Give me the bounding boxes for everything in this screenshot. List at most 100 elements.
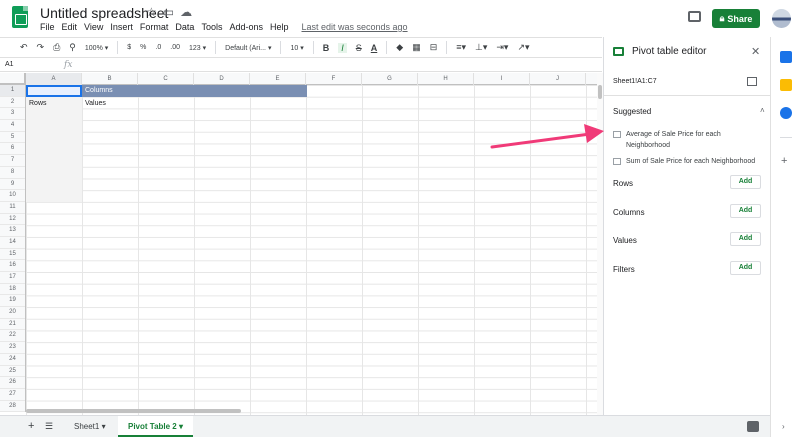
data-range[interactable]: Sheet1!A1:C7 (613, 78, 657, 85)
get-addons-icon[interactable]: + (781, 155, 787, 167)
add-filters-button[interactable]: Add (730, 261, 761, 275)
avatar[interactable] (772, 9, 791, 28)
row-header[interactable]: 9 (0, 179, 25, 191)
column-header-a[interactable]: A (26, 73, 82, 85)
percent-button[interactable]: % (140, 44, 146, 51)
row-header[interactable]: 4 (0, 120, 25, 132)
menu-help[interactable]: Help (270, 22, 289, 32)
column-header-f[interactable]: F (306, 73, 362, 85)
pivot-column-header-band[interactable]: Columns (82, 85, 307, 97)
row-header[interactable]: 3 (0, 108, 25, 121)
add-values-button[interactable]: Add (730, 232, 761, 246)
row-header[interactable]: 25 (0, 366, 25, 378)
spreadsheet-grid[interactable]: Columns Rows Values A B C D E F G H I J … (0, 73, 597, 415)
decrease-decimal-button[interactable]: .0 (155, 44, 161, 51)
italic-button[interactable]: I (338, 42, 347, 53)
row-header[interactable]: 8 (0, 167, 25, 179)
column-header-e[interactable]: E (250, 73, 306, 85)
row-header[interactable]: 19 (0, 295, 25, 308)
bold-button[interactable]: B (323, 43, 330, 53)
row-header[interactable]: 6 (0, 143, 25, 156)
add-sheet-icon[interactable]: + (28, 420, 34, 432)
menu-addons[interactable]: Add-ons (229, 22, 263, 32)
chevron-right-icon[interactable]: › (782, 422, 785, 431)
row-header[interactable]: 22 (0, 330, 25, 343)
row-header[interactable]: 27 (0, 389, 25, 401)
menu-tools[interactable]: Tools (201, 22, 222, 32)
vertical-align-icon[interactable]: ⊥▾ (475, 42, 487, 53)
sheets-logo-icon[interactable] (12, 6, 28, 28)
suggestion-item[interactable]: Sum of Sale Price for each Neighborhood (613, 156, 755, 167)
increase-decimal-button[interactable]: .00 (170, 44, 180, 51)
column-header-j[interactable]: J (530, 73, 586, 85)
currency-button[interactable]: $ (127, 44, 131, 51)
name-box[interactable]: A1 (0, 61, 50, 68)
star-icon[interactable]: ☆ (146, 5, 157, 19)
column-header-d[interactable]: D (194, 73, 250, 85)
menu-file[interactable]: File (40, 22, 55, 32)
vertical-scroll-thumb[interactable] (598, 85, 602, 99)
cell-a2[interactable]: Rows (29, 100, 47, 107)
row-header[interactable]: 26 (0, 377, 25, 389)
comment-icon[interactable] (688, 11, 701, 22)
add-rows-button[interactable]: Add (730, 175, 761, 189)
pivot-row-area[interactable] (26, 97, 82, 202)
add-columns-button[interactable]: Add (730, 204, 761, 218)
strikethrough-button[interactable]: S (356, 43, 362, 53)
text-color-button[interactable]: A (371, 43, 378, 53)
close-icon[interactable]: ✕ (751, 45, 760, 58)
text-rotation-icon[interactable]: ↗▾ (517, 42, 529, 53)
row-header[interactable]: 14 (0, 237, 25, 249)
row-header[interactable]: 2 (0, 97, 25, 109)
menu-format[interactable]: Format (140, 22, 169, 32)
row-header[interactable]: 10 (0, 190, 25, 202)
menu-insert[interactable]: Insert (110, 22, 133, 32)
row-header[interactable]: 5 (0, 132, 25, 144)
sheet-tab-pivot-table-2[interactable]: Pivot Table 2 ▾ (118, 416, 194, 437)
fill-color-icon[interactable]: ◆ (396, 42, 403, 53)
row-header[interactable]: 12 (0, 214, 25, 226)
menu-edit[interactable]: Edit (62, 22, 78, 32)
keep-icon[interactable] (780, 79, 792, 91)
select-range-icon[interactable] (747, 77, 757, 86)
all-sheets-icon[interactable]: ☰ (45, 421, 53, 432)
row-header[interactable]: 18 (0, 284, 25, 296)
cell-area[interactable] (26, 85, 597, 415)
share-button[interactable]: 🔒︎ Share (712, 9, 760, 28)
row-header[interactable]: 20 (0, 307, 25, 319)
explore-icon[interactable] (747, 421, 759, 432)
font-select[interactable]: Default (Ari... ▾ (225, 44, 271, 52)
column-header-b[interactable]: B (82, 73, 138, 85)
row-header[interactable]: 21 (0, 319, 25, 331)
row-header[interactable]: 11 (0, 202, 25, 214)
print-icon[interactable]: ⎙ (53, 42, 60, 53)
menu-data[interactable]: Data (175, 22, 194, 32)
undo-icon[interactable]: ↶ (20, 42, 28, 53)
row-header[interactable]: 1 (0, 85, 25, 97)
borders-icon[interactable]: ▦ (412, 42, 421, 53)
column-header-i[interactable]: I (474, 73, 530, 85)
merge-cells-icon[interactable]: ⊟ (430, 42, 438, 53)
font-size-select[interactable]: 10 ▾ (290, 44, 303, 52)
last-edit-link[interactable]: Last edit was seconds ago (302, 22, 408, 32)
zoom-select[interactable]: 100% ▾ (85, 44, 108, 52)
calendar-icon[interactable] (780, 51, 792, 63)
chevron-up-icon[interactable]: ˄ (760, 106, 765, 115)
row-header[interactable]: 28 (0, 401, 25, 413)
redo-icon[interactable]: ↷ (37, 42, 45, 53)
row-header[interactable]: 13 (0, 225, 25, 237)
tasks-icon[interactable] (780, 107, 792, 119)
sheet-tab-sheet1[interactable]: Sheet1 ▾ (64, 416, 116, 437)
more-formats-button[interactable]: 123 ▾ (189, 44, 206, 52)
row-header[interactable]: 23 (0, 342, 25, 354)
row-header[interactable]: 16 (0, 260, 25, 272)
folder-icon[interactable]: ▭ (163, 5, 174, 19)
text-wrap-icon[interactable]: ⇥▾ (496, 42, 508, 53)
select-all-corner[interactable] (0, 73, 26, 85)
row-header[interactable]: 24 (0, 354, 25, 366)
column-header-c[interactable]: C (138, 73, 194, 85)
menu-view[interactable]: View (84, 22, 103, 32)
horizontal-align-icon[interactable]: ≡▾ (456, 42, 466, 53)
cell-a1-selected[interactable] (26, 85, 82, 97)
cloud-icon[interactable]: ☁ (180, 5, 192, 19)
